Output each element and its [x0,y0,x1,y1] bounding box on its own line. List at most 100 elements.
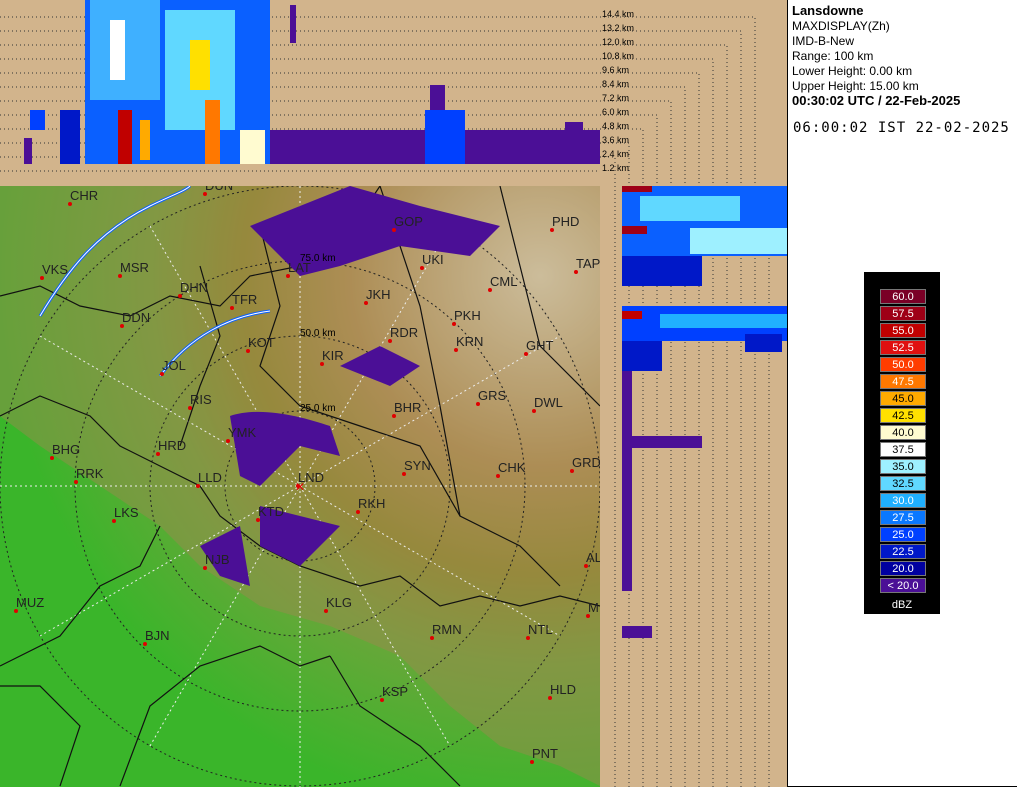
color-legend-cell: 47.5 [880,374,926,389]
color-legend-cell: 55.0 [880,323,926,338]
place-label: PNT [532,746,558,761]
place-label: KRN [456,334,483,349]
place-label: RRK [76,466,104,481]
place-label: HLD [550,682,576,697]
place-label: LAT [288,260,311,275]
place-label: TAP [576,256,600,271]
place-label: CHR [70,188,98,203]
height-label: 12.0 km [602,37,634,47]
height-label: 10.8 km [602,51,634,61]
color-legend: 60.0 57.5 55.0 52.5 50.0 47.5 45.0 42.5 40.0 37.5… [864,272,940,614]
place-label: PHD [552,214,579,229]
place-label: AL [586,550,600,565]
place-label: NTL [528,622,553,637]
height-scale-corner: 14.4 km 13.2 km 12.0 km 10.8 km 9.6 km 8… [600,0,787,186]
range-label: 50.0 km [300,328,336,339]
place-label: UKI [422,252,444,267]
place-label: CHK [498,460,526,475]
upper-height-text: Upper Height: 15.00 km [792,79,919,93]
color-legend-cell: 60.0 [880,289,926,304]
height-scale-svg: 14.4 km 13.2 km 12.0 km 10.8 km 9.6 km 8… [600,0,787,186]
place-label: DWL [534,395,563,410]
product-name: MAXDISPLAY(Zh) [792,19,890,33]
place-label: TFR [232,292,257,307]
place-label: MSR [120,260,149,275]
top-echo [24,0,600,164]
right-height-profile [600,186,787,787]
place-label: RMN [432,622,462,637]
top-height-profile [0,0,600,186]
right-profile-svg [614,186,787,787]
place-label: DHN [180,280,208,295]
color-legend-cell: 35.0 [880,459,926,474]
color-legend-cell: 42.5 [880,408,926,423]
color-legend-unit: dBZ [891,599,913,611]
place-label: KLG [326,595,352,610]
height-label: 7.2 km [602,93,629,103]
place-label: NJB [205,552,230,567]
place-label: YMK [228,425,257,440]
place-label: JKH [366,287,391,302]
color-legend-cell: 37.5 [880,442,926,457]
color-legend-cell: 40.0 [880,425,926,440]
height-label: 9.6 km [602,65,629,75]
place-label: BHR [394,400,421,415]
info-panel: Lansdowne MAXDISPLAY(Zh) IMD-B-New Range… [787,0,1017,787]
station-name: Lansdowne [792,3,864,18]
place-label: DDN [122,310,150,325]
place-label: DUN [205,186,233,193]
place-label: GHT [526,338,554,353]
range-label: 25.0 km [300,403,336,414]
place-label: LND [298,470,324,485]
place-label: VKS [42,262,68,277]
height-label: 2.4 km [602,149,629,159]
place-label: CML [490,274,517,289]
place-label: GRS [478,388,507,403]
color-legend-cell: 52.5 [880,340,926,355]
ist-timestamp: 06:00:02 IST 22-02-2025 [793,120,1010,136]
top-profile-svg [0,0,600,172]
color-legend-cell: 45.0 [880,391,926,406]
place-label: PKH [454,308,481,323]
place-label: GRD [572,455,600,470]
place-label: M [588,600,599,615]
color-legend-cell: 30.0 [880,493,926,508]
place-label: RDR [390,325,418,340]
utc-timestamp: 00:30:02 UTC / 22-Feb-2025 [792,93,961,108]
range-text: Range: 100 km [792,49,874,63]
right-echo [622,186,787,638]
height-label: 8.4 km [602,79,629,89]
color-legend-cell: 20.0 [880,561,926,576]
radar-map-svg: 75.0 km 50.0 km 25.0 km ✕ CHRDUNVKSMSRDH… [0,186,600,787]
place-label: LLD [198,470,222,485]
place-label: SYN [404,458,431,473]
color-legend-cell: < 20.0 [880,578,926,593]
place-label: HRD [158,438,186,453]
place-label: BHG [52,442,80,457]
radar-map[interactable]: 75.0 km 50.0 km 25.0 km ✕ CHRDUNVKSMSRDH… [0,186,600,787]
place-label: GOP [394,214,423,229]
height-label: 4.8 km [602,121,629,131]
place-label: LKS [114,505,139,520]
lower-height-text: Lower Height: 0.00 km [792,64,913,78]
place-label: BJN [145,628,170,643]
place-label: KSP [382,684,408,699]
color-legend-cell: 57.5 [880,306,926,321]
place-label: KTD [258,504,284,519]
color-legend-cell: 27.5 [880,510,926,525]
radar-name: IMD-B-New [792,34,854,48]
place-label: KIR [322,348,344,363]
color-legend-cell: 32.5 [880,476,926,491]
place-label: RKH [358,496,385,511]
place-label: JOL [162,358,186,373]
place-label: MUZ [16,595,44,610]
height-label: 13.2 km [602,23,634,33]
color-legend-cell: 25.0 [880,527,926,542]
height-label: 3.6 km [602,135,629,145]
place-label: RIS [190,392,212,407]
height-label: 6.0 km [602,107,629,117]
height-label: 14.4 km [602,9,634,19]
height-label: 1.2 km [602,163,629,173]
color-legend-cell: 50.0 [880,357,926,372]
place-label: KOT [248,335,275,350]
